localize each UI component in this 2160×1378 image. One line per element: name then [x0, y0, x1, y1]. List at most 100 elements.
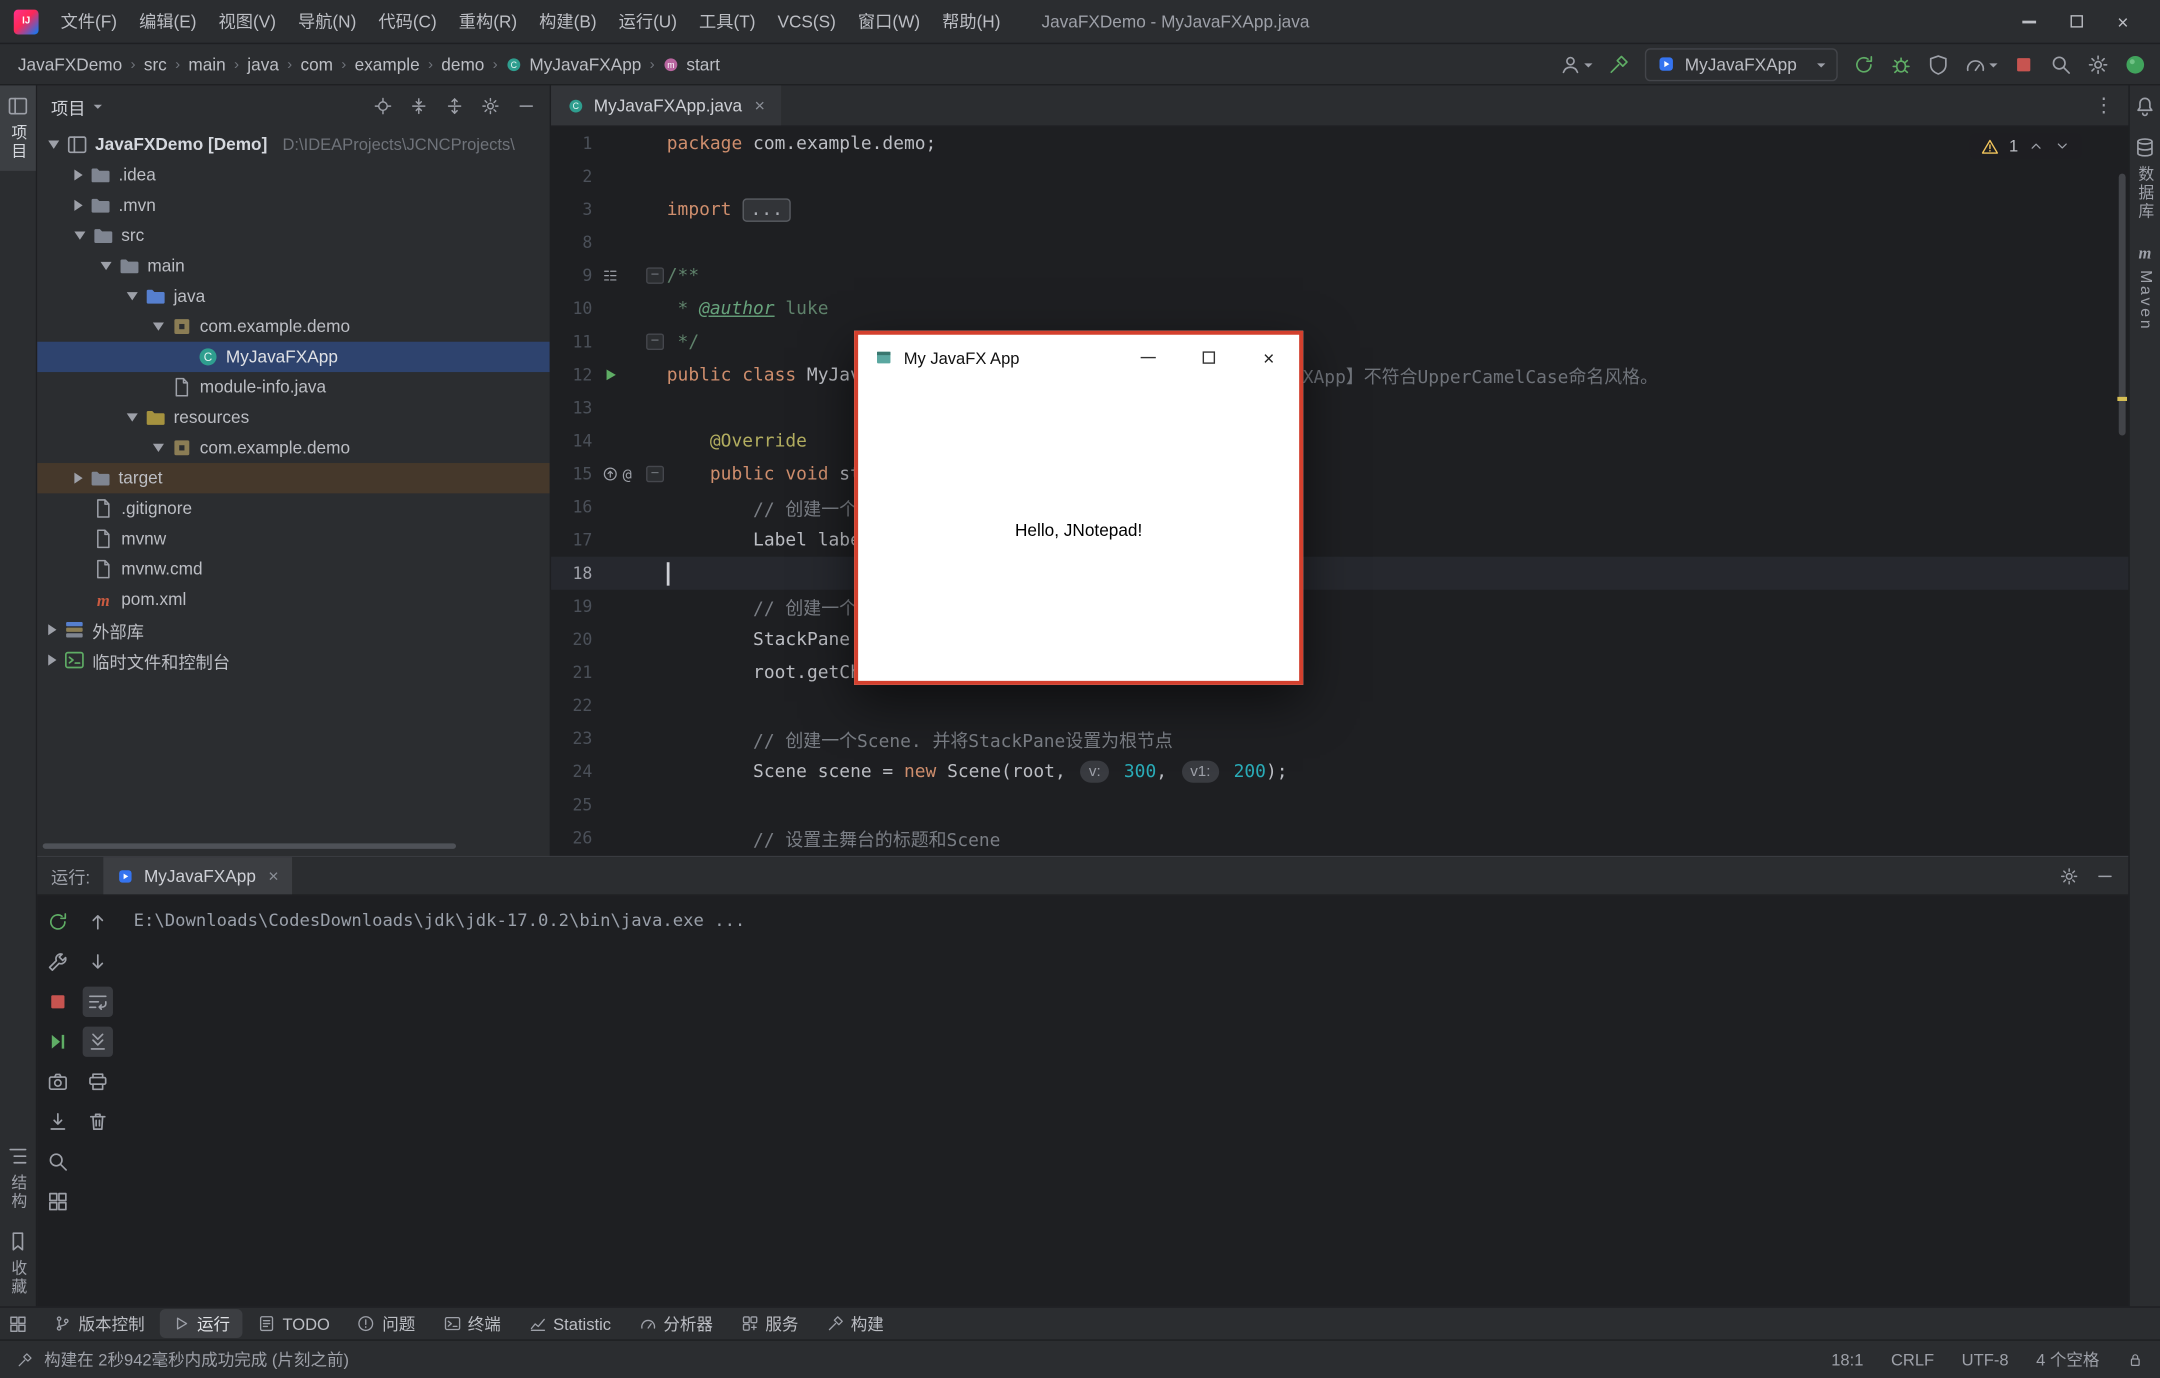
project-tree-row[interactable]: main — [37, 251, 549, 281]
search-everywhere-button[interactable] — [2050, 53, 2072, 75]
project-tree-row[interactable]: mvnw — [37, 524, 549, 554]
tree-chevron-icon[interactable] — [101, 262, 112, 270]
console-up-button[interactable] — [82, 907, 112, 937]
project-options-button[interactable] — [481, 96, 500, 115]
project-tree-row[interactable]: com.example.demo — [37, 311, 549, 341]
toolwindow-button-todo[interactable]: TODO — [245, 1311, 342, 1336]
project-tree-row[interactable]: .gitignore — [37, 493, 549, 523]
menubar-item[interactable]: 文件(F) — [50, 0, 128, 43]
editor-tab[interactable]: C MyJavaFXApp.java × — [551, 85, 781, 125]
tab-close-icon[interactable]: × — [754, 95, 764, 116]
stripe-project-button[interactable]: 项目 — [0, 85, 36, 170]
stripe-bookmark-button[interactable]: 收藏 — [0, 1221, 36, 1306]
tree-chevron-icon[interactable] — [127, 413, 138, 421]
tree-chevron-icon[interactable] — [48, 624, 56, 635]
hide-run-panel-button[interactable] — [2095, 866, 2114, 885]
lock-icon[interactable] — [2127, 1351, 2144, 1368]
select-opened-file-button[interactable] — [373, 96, 392, 115]
next-problem-icon[interactable] — [2054, 138, 2071, 155]
coverage-button[interactable] — [1927, 53, 1949, 75]
project-view-selector[interactable]: 项目 — [51, 93, 102, 119]
window-maximize-button[interactable] — [2053, 0, 2100, 43]
expand-all-button[interactable] — [409, 96, 428, 115]
project-tree-row[interactable]: JavaFXDemo [Demo]D:\IDEAProjects\JCNCPro… — [37, 130, 549, 160]
console-trash-button[interactable] — [82, 1107, 112, 1137]
window-close-button[interactable]: × — [2099, 0, 2146, 43]
javafx-minimize-button[interactable] — [1117, 335, 1178, 380]
run-line-icon[interactable] — [602, 367, 619, 384]
project-tree-row[interactable]: 外部库 — [37, 615, 549, 645]
fold-marker-icon[interactable]: − — [646, 466, 664, 483]
project-tree-row[interactable]: .idea — [37, 160, 549, 190]
tree-chevron-icon[interactable] — [48, 655, 56, 666]
console-wrench-button[interactable] — [42, 947, 72, 977]
run-tab-close-icon[interactable]: × — [268, 865, 278, 886]
caret-position[interactable]: 18:1 — [1831, 1350, 1863, 1369]
breadcrumb-item[interactable]: CMyJavaFXApp — [502, 52, 646, 77]
toolwindow-button-terminal[interactable]: 终端 — [431, 1309, 514, 1338]
javafx-maximize-button[interactable] — [1178, 335, 1239, 380]
project-tree-row[interactable]: mpom.xml — [37, 584, 549, 614]
console-camera-button[interactable] — [42, 1067, 72, 1097]
tree-chevron-icon[interactable] — [74, 232, 85, 240]
file-encoding[interactable]: UTF-8 — [1962, 1350, 2009, 1369]
console-scrollend-button[interactable] — [82, 1027, 112, 1057]
doc-render-icon[interactable] — [602, 267, 619, 284]
console-download-button[interactable] — [42, 1107, 72, 1137]
console-stopsq-button[interactable] — [42, 987, 72, 1017]
menubar-item[interactable]: 编辑(E) — [128, 0, 207, 43]
stripe-db-button[interactable]: 数据库 — [2130, 127, 2160, 231]
window-minimize-button[interactable] — [2006, 0, 2053, 43]
build-project-button[interactable] — [1608, 53, 1630, 75]
settings-button[interactable] — [2087, 53, 2109, 75]
prev-problem-icon[interactable] — [2028, 138, 2045, 155]
breadcrumb-item[interactable]: demo — [437, 52, 488, 77]
tree-chevron-icon[interactable] — [74, 473, 82, 484]
code-editor[interactable]: 1package com.example.demo;23import ...89… — [551, 127, 2128, 856]
toolwindow-button-hammer[interactable]: 构建 — [814, 1309, 897, 1338]
tree-chevron-icon[interactable] — [127, 292, 138, 300]
breadcrumb-item[interactable]: example — [350, 52, 423, 77]
line-separator[interactable]: CRLF — [1891, 1350, 1934, 1369]
user-menu-button[interactable] — [1559, 53, 1592, 75]
project-tree-row[interactable]: .mvn — [37, 190, 549, 220]
toolwindow-button-stats[interactable]: Statistic — [516, 1311, 623, 1336]
console-grid-button[interactable] — [42, 1186, 72, 1216]
toolwindow-button-services[interactable]: 服务 — [728, 1309, 811, 1338]
stop-button[interactable] — [2013, 53, 2035, 75]
stripe-bell-button[interactable] — [2130, 85, 2160, 126]
overrides-icon[interactable] — [602, 466, 619, 483]
project-tree-row[interactable]: module-info.java — [37, 372, 549, 402]
toolwindow-button-gauge[interactable]: 分析器 — [626, 1309, 725, 1338]
console-down-button[interactable] — [82, 947, 112, 977]
run-options-button[interactable] — [2060, 866, 2079, 885]
project-tree-row[interactable]: java — [37, 281, 549, 311]
menubar-item[interactable]: 重构(R) — [448, 0, 528, 43]
breadcrumb-item[interactable]: JavaFXDemo — [14, 52, 127, 77]
breadcrumb-item[interactable]: com — [296, 52, 337, 77]
menubar-item[interactable]: 代码(C) — [367, 0, 447, 43]
tree-chevron-icon[interactable] — [74, 169, 82, 180]
breadcrumb-item[interactable]: mstart — [659, 52, 724, 77]
toolwindow-button-problems[interactable]: 问题 — [345, 1309, 428, 1338]
project-tree-row[interactable]: CMyJavaFXApp — [37, 342, 549, 372]
menubar-item[interactable]: 构建(B) — [528, 0, 607, 43]
project-tree-row[interactable]: target — [37, 463, 549, 493]
toolwindow-switcher-icon[interactable] — [8, 1314, 27, 1333]
horizontal-scrollbar[interactable] — [43, 843, 456, 849]
plugin-orb-button[interactable] — [2124, 53, 2146, 75]
menubar-item[interactable]: 运行(U) — [608, 0, 688, 43]
console-output[interactable]: E:\Downloads\CodesDownloads\jdk\jdk-17.0… — [117, 896, 2128, 1307]
toolwindow-button-playol[interactable]: 运行 — [160, 1309, 243, 1338]
console-printer-button[interactable] — [82, 1067, 112, 1097]
breadcrumb-item[interactable]: src — [140, 52, 171, 77]
menubar-item[interactable]: 窗口(W) — [847, 0, 931, 43]
project-tree-row[interactable]: resources — [37, 402, 549, 432]
project-tree-row[interactable]: src — [37, 220, 549, 250]
fold-marker-icon[interactable]: − — [646, 267, 664, 284]
console-search-button[interactable] — [42, 1146, 72, 1176]
debug-button[interactable] — [1890, 53, 1912, 75]
menubar-item[interactable]: 视图(V) — [208, 0, 287, 43]
run-config-combo[interactable]: MyJavaFXApp — [1645, 48, 1838, 81]
breadcrumb-item[interactable]: java — [243, 52, 283, 77]
